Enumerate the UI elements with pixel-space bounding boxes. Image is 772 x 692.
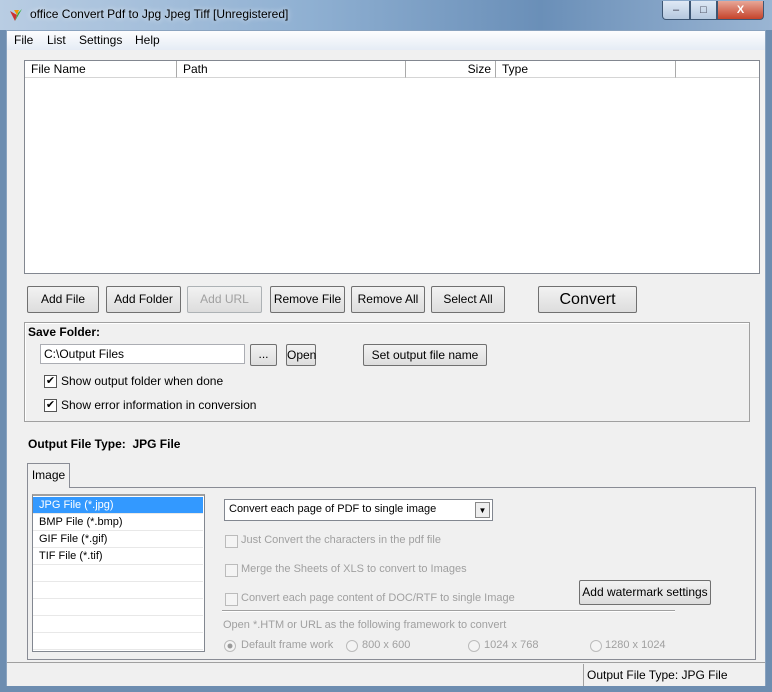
framework-label: Open *.HTM or URL as the following frame… [223, 619, 507, 631]
column-path[interactable]: Path [177, 61, 406, 78]
output-type-label: Output File Type: JPG File [28, 437, 180, 451]
column-size[interactable]: Size [406, 61, 496, 78]
menu-settings[interactable]: Settings [79, 33, 122, 47]
menu-list[interactable]: List [47, 33, 66, 47]
open-folder-button[interactable]: Open [286, 344, 316, 366]
app-icon [10, 9, 22, 21]
doc-single-image-checkbox[interactable] [225, 593, 238, 606]
add-file-button[interactable]: Add File [27, 286, 99, 313]
column-file-name[interactable]: File Name [25, 61, 177, 78]
column-type[interactable]: Type [496, 61, 676, 78]
mode-select-value: Convert each page of PDF to single image [229, 503, 437, 515]
file-list[interactable]: File Name Path Size Type [24, 60, 760, 274]
mode-select[interactable]: Convert each page of PDF to single image… [224, 499, 493, 521]
window-title: office Convert Pdf to Jpg Jpeg Tiff [Unr… [30, 7, 289, 21]
show-error-label: Show error information in conversion [61, 398, 257, 412]
merge-xls-label: Merge the Sheets of XLS to convert to Im… [241, 563, 467, 575]
menu-file[interactable]: File [14, 33, 33, 47]
format-item-tif[interactable]: TIF File (*.tif) [33, 548, 203, 565]
format-item-jpg[interactable]: JPG File (*.jpg) [33, 497, 203, 514]
radio-1280[interactable] [590, 640, 602, 652]
add-url-button[interactable]: Add URL [187, 286, 262, 313]
minimize-button[interactable]: – [662, 1, 690, 20]
maximize-button[interactable]: □ [690, 1, 717, 20]
radio-default[interactable] [224, 640, 236, 652]
empty-row [33, 599, 203, 616]
convert-button[interactable]: Convert [538, 286, 637, 313]
format-list[interactable]: JPG File (*.jpg) BMP File (*.bmp) GIF Fi… [32, 494, 205, 652]
empty-row [33, 616, 203, 633]
just-convert-checkbox[interactable] [225, 535, 238, 548]
show-error-checkbox[interactable]: ✔ [44, 399, 57, 412]
title-bar[interactable]: office Convert Pdf to Jpg Jpeg Tiff [Unr… [0, 0, 772, 30]
doc-single-image-label: Convert each page content of DOC/RTF to … [241, 592, 515, 604]
status-bar: Output File Type: JPG File [7, 662, 765, 686]
menu-help[interactable]: Help [135, 33, 160, 47]
radio-800-label: 800 x 600 [362, 639, 411, 651]
empty-row [33, 565, 203, 582]
show-folder-checkbox[interactable]: ✔ [44, 375, 57, 388]
output-type-value: JPG File [132, 437, 181, 451]
browse-button[interactable]: ... [250, 344, 277, 366]
chevron-down-icon[interactable]: ▼ [475, 502, 490, 518]
radio-1024[interactable] [468, 640, 480, 652]
format-item-bmp[interactable]: BMP File (*.bmp) [33, 514, 203, 531]
add-watermark-button[interactable]: Add watermark settings [579, 580, 711, 605]
column-filler [676, 61, 759, 78]
radio-800[interactable] [346, 640, 358, 652]
empty-row [33, 633, 203, 650]
menu-bar: File List Settings Help [7, 31, 765, 50]
separator [222, 610, 675, 612]
show-folder-label: Show output folder when done [61, 374, 224, 388]
output-type-caption: Output File Type: [28, 437, 126, 451]
merge-xls-checkbox[interactable] [225, 564, 238, 577]
tab-image[interactable]: Image [27, 463, 70, 488]
status-output-type: Output File Type: JPG File [583, 664, 764, 686]
remove-file-button[interactable]: Remove File [270, 286, 345, 313]
empty-row [33, 582, 203, 599]
remove-all-button[interactable]: Remove All [351, 286, 425, 313]
save-folder-input[interactable]: C:\Output Files [40, 344, 245, 364]
radio-1280-label: 1280 x 1024 [605, 639, 666, 651]
save-folder-label: Save Folder: [28, 325, 101, 339]
format-item-gif[interactable]: GIF File (*.gif) [33, 531, 203, 548]
set-output-name-button[interactable]: Set output file name [363, 344, 487, 366]
radio-default-label: Default frame work [241, 639, 334, 651]
add-folder-button[interactable]: Add Folder [106, 286, 181, 313]
close-button[interactable]: X [717, 1, 764, 20]
select-all-button[interactable]: Select All [431, 286, 505, 313]
radio-1024-label: 1024 x 768 [484, 639, 539, 651]
just-convert-label: Just Convert the characters in the pdf f… [241, 534, 441, 546]
